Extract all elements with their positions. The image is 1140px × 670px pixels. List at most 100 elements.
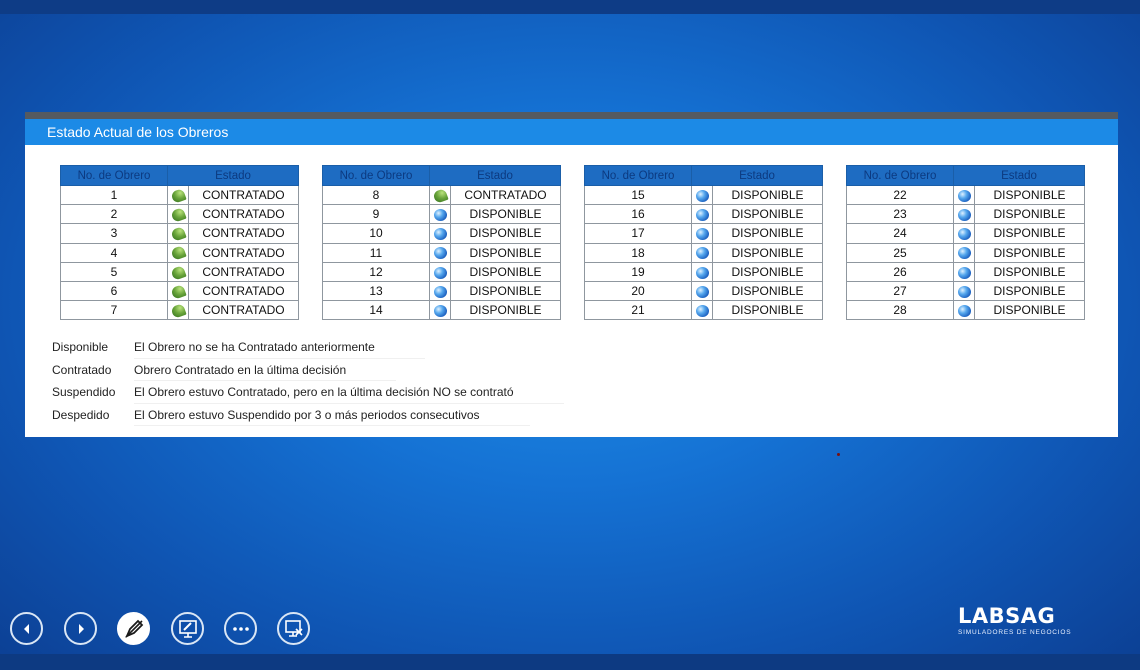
contracted-icon	[169, 303, 187, 319]
status-icon-cell	[953, 300, 975, 321]
available-icon	[957, 209, 971, 222]
worker-number: 11	[322, 242, 430, 263]
status-icon-cell	[429, 261, 451, 282]
available-icon	[695, 285, 709, 298]
worker-status: DISPONIBLE	[712, 223, 823, 244]
table-row: 15 DISPONIBLE	[584, 184, 823, 206]
table-row: 25 DISPONIBLE	[846, 242, 1085, 263]
cursor-dot	[837, 453, 840, 456]
legend-description: El Obrero estuvo Suspendido por 3 o más …	[134, 404, 530, 426]
pen-tool-button[interactable]	[117, 612, 150, 645]
status-icon-cell	[167, 242, 189, 263]
logo-brand: LABSAG	[958, 604, 1056, 628]
next-slide-button[interactable]	[64, 612, 97, 645]
worker-number: 13	[322, 280, 430, 302]
table-row: 10 DISPONIBLE	[322, 223, 561, 244]
status-icon-cell	[429, 280, 451, 302]
worker-status: CONTRATADO	[188, 204, 299, 225]
status-icon-cell	[167, 300, 189, 321]
worker-status: DISPONIBLE	[450, 204, 561, 225]
worker-status: DISPONIBLE	[712, 300, 823, 321]
status-icon-cell	[953, 204, 975, 225]
worker-number: 23	[846, 204, 954, 225]
table-row: 13 DISPONIBLE	[322, 280, 561, 302]
worker-number: 14	[322, 300, 430, 321]
available-icon	[695, 228, 709, 241]
ellipsis-icon	[232, 626, 249, 631]
workers-status-panel: Estado Actual de los Obreros No. de Obre…	[25, 112, 1118, 437]
table-header-row: No. de Obrero Estado	[584, 165, 823, 186]
worker-number: 20	[584, 280, 692, 302]
worker-status: DISPONIBLE	[974, 242, 1085, 263]
table-row: 27 DISPONIBLE	[846, 280, 1085, 302]
available-icon	[433, 228, 447, 241]
worker-number: 15	[584, 184, 692, 206]
contracted-icon	[169, 207, 187, 223]
table-row: 9 DISPONIBLE	[322, 204, 561, 225]
status-icon-cell	[429, 242, 451, 263]
contracted-icon	[169, 226, 187, 243]
screen-pointer-button[interactable]	[171, 612, 204, 645]
available-icon	[433, 305, 447, 318]
column-header-number: No. de Obrero	[846, 165, 954, 186]
table-row: 8 CONTRATADO	[322, 184, 561, 206]
legend-row: Despedido El Obrero estuvo Suspendido po…	[52, 404, 564, 426]
worker-number: 12	[322, 261, 430, 282]
worker-status: DISPONIBLE	[712, 261, 823, 282]
status-icon-cell	[691, 184, 713, 206]
legend-term: Suspendido	[52, 385, 116, 399]
panel-title: Estado Actual de los Obreros	[25, 119, 1118, 145]
available-icon	[957, 247, 971, 260]
column-header-number: No. de Obrero	[584, 165, 692, 186]
table-row: 12 DISPONIBLE	[322, 261, 561, 282]
worker-status: CONTRATADO	[450, 184, 561, 206]
available-icon	[695, 209, 709, 222]
status-icon-cell	[167, 204, 189, 225]
pen-icon	[124, 619, 143, 638]
worker-number: 17	[584, 223, 692, 244]
chevron-right-icon	[78, 623, 84, 634]
worker-status: DISPONIBLE	[450, 223, 561, 244]
status-icon-cell	[953, 261, 975, 282]
legend-row: Disponible El Obrero no se ha Contratado…	[52, 336, 564, 359]
worker-number: 16	[584, 204, 692, 225]
contracted-icon	[169, 245, 187, 262]
legend-term: Contratado	[52, 362, 112, 377]
status-icon-cell	[429, 223, 451, 244]
table-header-row: No. de Obrero Estado	[322, 165, 561, 186]
worker-number: 5	[60, 261, 168, 282]
worker-number: 25	[846, 242, 954, 263]
legend-row: Contratado Obrero Contratado en la últim…	[52, 359, 564, 381]
column-header-status: Estado	[167, 165, 299, 186]
worker-number: 28	[846, 300, 954, 321]
table-row: 6 CONTRATADO	[60, 280, 299, 302]
table-row: 3 CONTRATADO	[60, 223, 299, 244]
worker-status: DISPONIBLE	[450, 242, 561, 263]
status-icon-cell	[167, 280, 189, 302]
available-icon	[695, 247, 709, 260]
status-icon-cell	[429, 300, 451, 321]
table-row: 16 DISPONIBLE	[584, 204, 823, 225]
table-row: 11 DISPONIBLE	[322, 242, 561, 263]
table-row: 17 DISPONIBLE	[584, 223, 823, 244]
available-icon	[433, 285, 447, 298]
table-row: 7 CONTRATADO	[60, 300, 299, 321]
more-options-button[interactable]	[224, 612, 257, 645]
status-icon-cell	[953, 242, 975, 263]
worker-status: DISPONIBLE	[450, 261, 561, 282]
table-header-row: No. de Obrero Estado	[846, 165, 1085, 186]
worker-number: 7	[60, 300, 168, 321]
table-row: 19 DISPONIBLE	[584, 261, 823, 282]
status-icon-cell	[167, 261, 189, 282]
column-header-number: No. de Obrero	[322, 165, 430, 186]
table-row: 22 DISPONIBLE	[846, 184, 1085, 206]
worker-number: 3	[60, 223, 168, 244]
labsag-logo: LABSAG SIMULADORES DE NEGOCIOS	[958, 604, 1071, 636]
worker-number: 9	[322, 204, 430, 225]
worker-number: 22	[846, 184, 954, 206]
end-slideshow-button[interactable]	[277, 612, 310, 645]
worker-status: DISPONIBLE	[712, 242, 823, 263]
table-row: 24 DISPONIBLE	[846, 223, 1085, 244]
chevron-left-icon	[23, 623, 29, 634]
previous-slide-button[interactable]	[10, 612, 43, 645]
